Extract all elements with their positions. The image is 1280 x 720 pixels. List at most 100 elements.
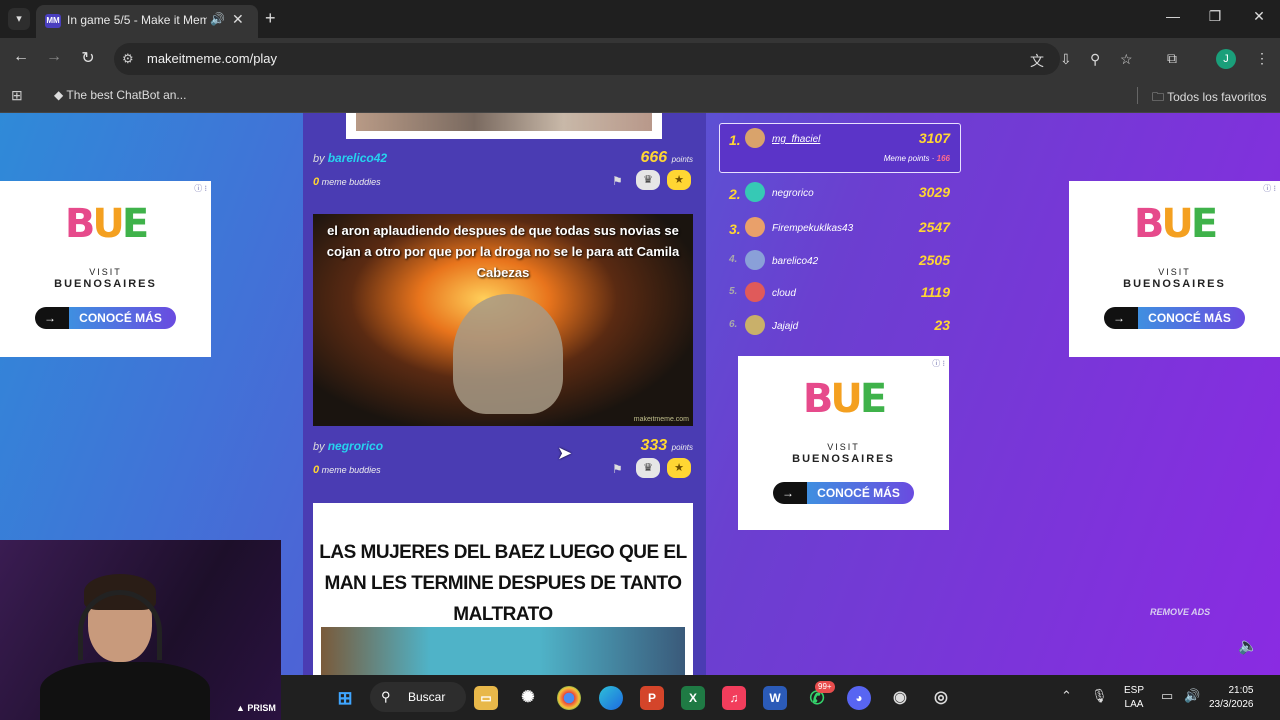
bookmark-item[interactable]: ◆ The best ChatBot an... <box>54 88 186 102</box>
speaker-icon[interactable]: 🔊 <box>1184 688 1200 704</box>
word-icon[interactable]: W <box>763 686 787 710</box>
microphone-icon[interactable]: 🎙 <box>1091 688 1108 704</box>
vote-down-icon[interactable]: ♛ <box>636 458 660 478</box>
profile-avatar[interactable]: J <box>1216 49 1236 69</box>
bookmark-star-icon[interactable]: ☆ <box>1120 51 1133 68</box>
ad-visit-text: VISIT <box>827 442 860 452</box>
remove-ads-link[interactable]: REMOVE ADS <box>1150 607 1210 617</box>
ad-info-icon[interactable]: ⓘ ⁝ <box>1263 183 1276 194</box>
leaderboard-row[interactable]: 1. mg_fhaciel 3107 Meme points · 166 <box>719 123 961 173</box>
bue-logo: BUE <box>1133 201 1218 247</box>
ad-info-icon[interactable]: ⓘ ⁝ <box>932 358 945 369</box>
edge-icon[interactable] <box>599 686 623 710</box>
powerpoint-icon[interactable]: P <box>640 686 664 710</box>
ad-cta-button[interactable]: → CONOCÉ MÁS <box>773 482 914 504</box>
prism-watermark: ▲ PRISM <box>236 703 276 713</box>
chrome-icon[interactable] <box>557 686 581 710</box>
input-language[interactable]: ESP LAA <box>1124 684 1144 712</box>
show-hidden-icons-icon[interactable]: ⌃ <box>1061 688 1072 704</box>
player-name: Jajajd <box>772 321 799 332</box>
meme-card-previous[interactable] <box>346 113 662 139</box>
tab-audio-icon[interactable]: 🔊 <box>210 12 225 26</box>
zoom-icon[interactable]: ⚲ <box>1090 51 1100 68</box>
meme-caption: LAS MUJERES DEL BAEZ LUEGO QUE EL MAN LE… <box>319 542 687 625</box>
leaderboard-row[interactable]: 6. Jajajd 23 <box>720 311 960 341</box>
tab-close-icon[interactable]: ✕ <box>232 11 244 28</box>
chatgpt-icon[interactable]: ✺ <box>516 686 540 710</box>
reload-icon[interactable]: ↻ <box>76 48 100 68</box>
close-window-icon[interactable]: ✕ <box>1244 8 1274 25</box>
webcam-person-body <box>40 662 210 720</box>
player-score: 1119 <box>920 284 950 300</box>
left-ad[interactable]: ⓘ ⁝ BUE VISIT BUENOSAIRES → CONOCÉ MÁS <box>0 181 211 357</box>
vote-up-icon[interactable]: ★ <box>667 170 691 190</box>
discord-icon[interactable]: ◕ <box>847 686 871 710</box>
player-score: 2547 <box>918 219 950 235</box>
back-icon[interactable]: ← <box>9 48 33 66</box>
volume-icon[interactable]: 🔈 <box>1238 636 1258 656</box>
itunes-icon[interactable]: ♫ <box>722 686 746 710</box>
install-app-icon[interactable]: ⇩ <box>1060 51 1072 68</box>
meme-feed[interactable]: by barelico42 666 points 0 meme buddies … <box>303 113 706 675</box>
rank: 5. <box>729 286 738 297</box>
ad-city-text: BUENOSAIRES <box>54 278 157 290</box>
ad-cta-button[interactable]: → CONOCÉ MÁS <box>1104 307 1245 329</box>
meme-author[interactable]: by negrorico <box>313 439 383 453</box>
player-score: 23 <box>934 317 950 333</box>
active-tab[interactable]: MM In game 5/5 - Make it Meme 🔊 ✕ <box>36 5 258 38</box>
meme-points: 666 points <box>640 149 693 166</box>
clock[interactable]: 21:05 23/3/2026 <box>1209 684 1254 712</box>
webcam-overlay <box>0 540 281 720</box>
windows-taskbar: ⊞ ⚲ Buscar ▭ ✺ P X ♫ W ✆ 99+ ◕ ◉ ◎ ⌃ 🎙 E… <box>281 675 1280 720</box>
forward-icon[interactable]: → <box>42 48 66 66</box>
meme-points: 333 points <box>640 437 693 454</box>
report-flag-icon[interactable]: ⚑ <box>612 462 623 476</box>
screen-recorder-icon[interactable]: ◉ <box>888 686 912 710</box>
leaderboard-row[interactable]: 4. barelico42 2505 <box>720 246 960 276</box>
windows-start-icon[interactable]: ⊞ <box>333 686 357 710</box>
meme-caption: el aron aplaudiendo despues de que todas… <box>326 223 680 280</box>
new-tab-icon[interactable]: + <box>265 8 276 28</box>
restore-icon[interactable]: ❐ <box>1200 8 1230 25</box>
avatar <box>745 250 765 270</box>
meme-gif[interactable]: el aron aplaudiendo despues de que todas… <box>313 214 693 426</box>
avatar <box>745 315 765 335</box>
address-bar[interactable]: ⚙ makeitmeme.com/play 文 ⇩ ⚲ ☆ <box>114 43 1133 75</box>
vote-up-icon[interactable]: ★ <box>667 458 691 478</box>
player-name: negrorico <box>772 188 814 199</box>
leaderboard-ad[interactable]: ⓘ ⁝ BUE VISIT BUENOSAIRES → CONOCÉ MÁS <box>738 356 949 530</box>
file-explorer-icon[interactable]: ▭ <box>474 686 498 710</box>
right-ad[interactable]: ⓘ ⁝ BUE VISIT BUENOSAIRES → CONOCÉ MÁS <box>1069 181 1280 357</box>
excel-icon[interactable]: X <box>681 686 705 710</box>
meme-author[interactable]: by barelico42 <box>313 151 387 165</box>
bookmarks-separator <box>1137 87 1138 104</box>
leaderboard-row[interactable]: 2. negrorico 3029 <box>720 178 960 208</box>
leaderboard-row[interactable]: 3. Firempekuklkas43 2547 <box>720 213 960 243</box>
apps-grid-icon[interactable]: ⊞ <box>11 87 23 104</box>
tab-search-dropdown-icon[interactable]: ▾ <box>8 8 30 30</box>
leaderboard-row[interactable]: 5. cloud 1119 <box>720 278 960 308</box>
rank: 2. <box>729 186 741 202</box>
extensions-icon[interactable]: ⧉ <box>1167 50 1177 67</box>
ad-info-icon[interactable]: ⓘ ⁝ <box>194 183 207 194</box>
meme-card[interactable]: LAS MUJERES DEL BAEZ LUEGO QUE EL MAN LE… <box>313 503 693 675</box>
report-flag-icon[interactable]: ⚑ <box>612 174 623 188</box>
ad-cta-button[interactable]: → CONOCÉ MÁS <box>35 307 176 329</box>
network-icon[interactable]: ▭ <box>1161 688 1173 704</box>
meme-watermark: makeitmeme.com <box>633 416 689 423</box>
menu-icon[interactable]: ⋮ <box>1255 50 1269 67</box>
player-name: Firempekuklkas43 <box>772 223 854 234</box>
taskbar-search[interactable]: ⚲ Buscar <box>370 682 466 712</box>
site-settings-icon[interactable]: ⚙ <box>122 51 134 67</box>
avatar <box>745 217 765 237</box>
vote-down-icon[interactable]: ♛ <box>636 170 660 190</box>
all-bookmarks[interactable]: 🗀 Todos los favoritos <box>1152 88 1267 109</box>
mouse-cursor-icon: ➤ <box>557 443 573 463</box>
ad-city-text: BUENOSAIRES <box>1123 278 1226 290</box>
ad-visit-text: VISIT <box>1158 267 1191 277</box>
obs-icon[interactable]: ◎ <box>929 686 953 710</box>
minimize-icon[interactable]: — <box>1158 8 1188 24</box>
meme-image <box>356 113 652 131</box>
translate-icon[interactable]: 文 <box>1030 51 1044 71</box>
rank: 6. <box>729 319 738 330</box>
